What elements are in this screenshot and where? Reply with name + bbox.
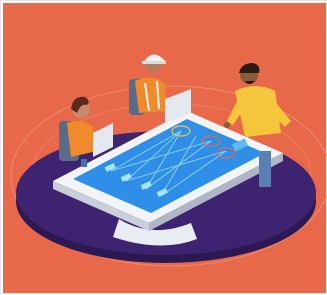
cup-left [81, 159, 87, 167]
illustration-canvas [3, 3, 327, 293]
illustration-frame [0, 0, 327, 294]
